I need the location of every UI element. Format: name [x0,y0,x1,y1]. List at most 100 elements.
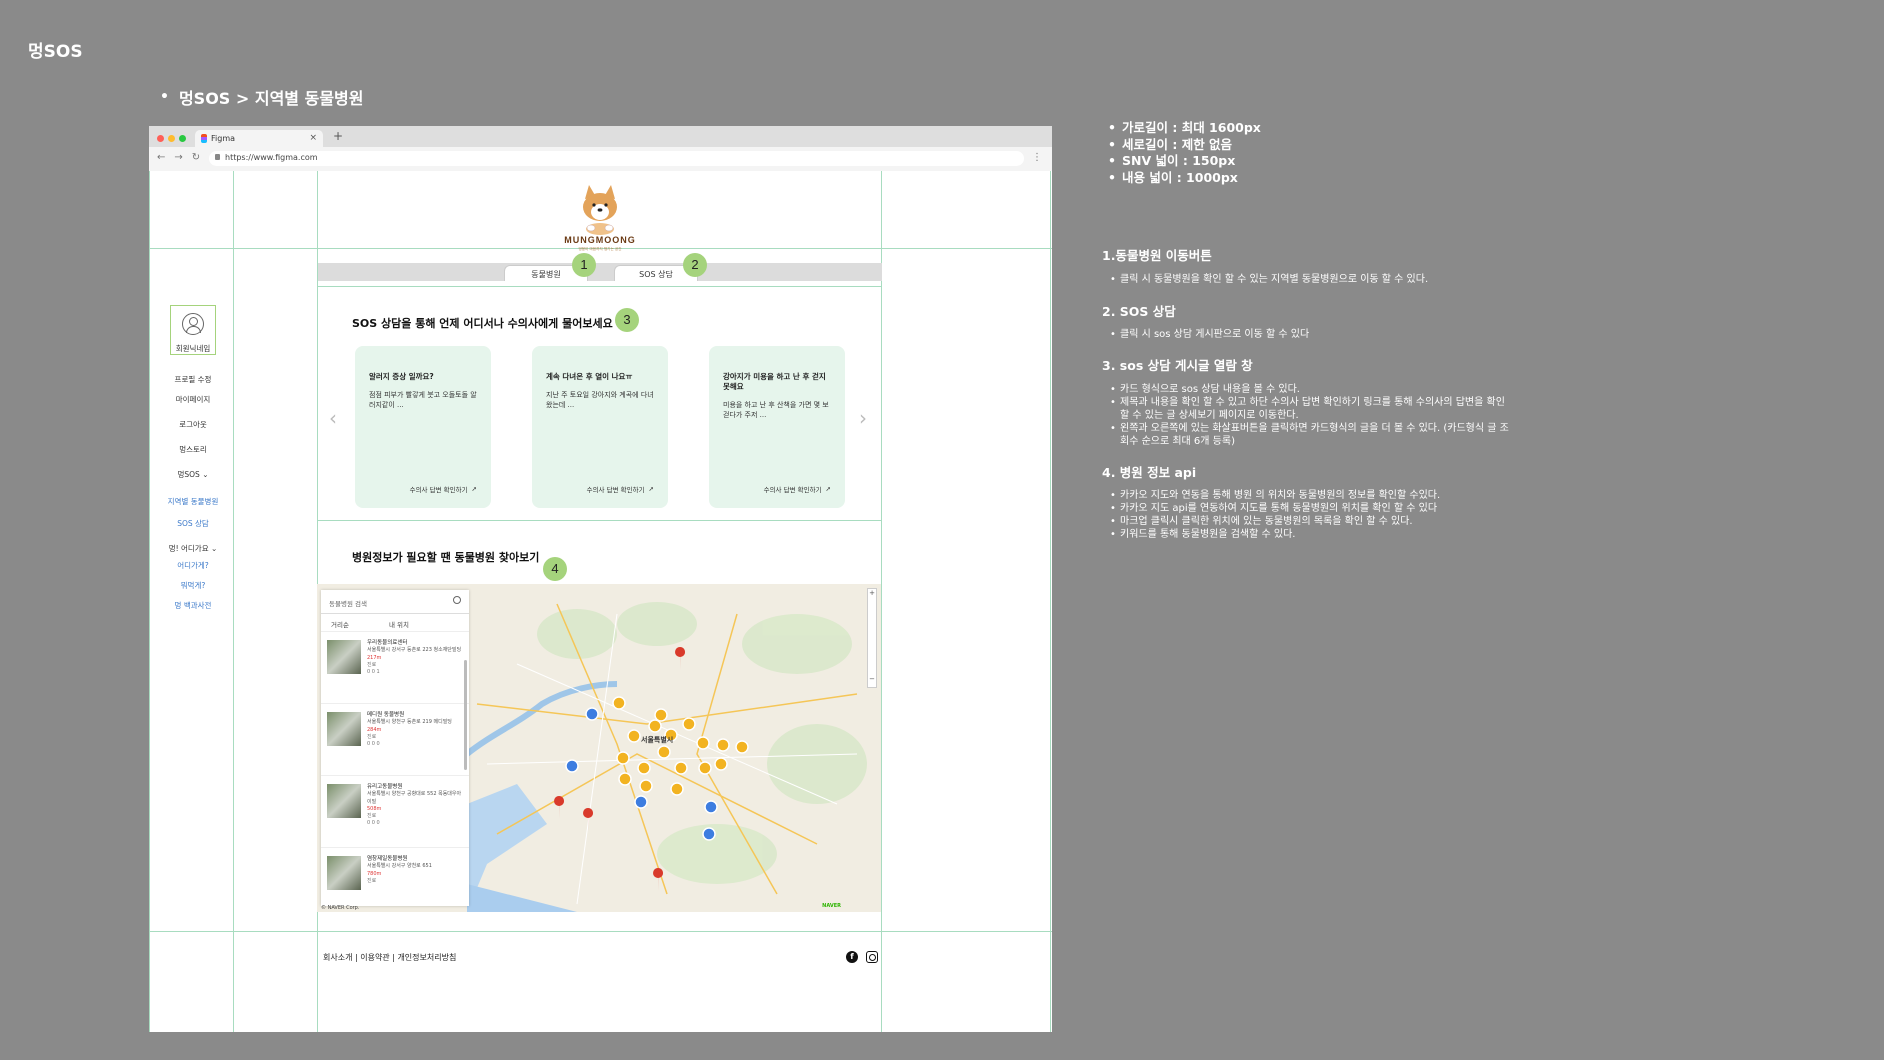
sidebar-item-where-go[interactable]: 멍! 어디가요 ⌄ [149,543,237,554]
hospital-address: 서울특별시 강서구 등촌로 223 청소재단빌딩 [367,647,462,654]
zoom-in-icon[interactable]: + [868,589,876,597]
hospital-thumbnail [327,856,361,890]
tab-title: Figma [211,134,236,143]
list-scrollbar[interactable] [464,660,467,770]
minimize-dot-icon[interactable] [168,135,175,142]
hospital-address: 서울특별시 강서구 양천로 651 [367,863,432,870]
hospital-meta: 0 0 0 [367,741,380,748]
note-item: 키워드를 통해 동물병원을 검색할 수 있다. [1110,528,1530,541]
cursor-icon: ➚ [471,485,477,493]
spec-list: 가로길이 : 최대 1600px 세로길이 : 제한 없음 SNV 넓이 : 1… [1108,120,1261,186]
bullet-icon: • [160,89,169,105]
note-list: 클릭 시 sos 상담 게시판으로 이동 할 수 있다 [1110,328,1309,341]
browser-window: Figma × + ← → ↻ https://www.figma.com ⋮ [149,126,1052,1032]
back-icon[interactable]: ← [157,152,165,163]
sos-card[interactable]: 강아지가 미용을 하고 난 후 걷지 못해요 미용을 하고 난 후 산책을 가면… [709,346,845,508]
note-list: 클릭 시 동물병원을 확인 할 수 있는 지역별 동물병원으로 이동 할 수 있… [1110,273,1428,286]
arrow-right-icon[interactable]: › [859,406,867,430]
arrow-left-icon[interactable]: ‹ [329,406,337,430]
browser-tab[interactable]: Figma × [195,130,323,147]
hospital-list-item[interactable]: 염창제일동물병원 서울특별시 강서구 양천로 651 780m 진료 [321,848,469,906]
new-tab-icon[interactable]: + [333,129,343,143]
sidebar-item-logout[interactable]: 로그아웃 [149,419,237,430]
note-heading: 1.동물병원 이동버튼 [1102,248,1212,263]
card-link[interactable]: 수의사 답변 확인하기 ➚ [587,484,654,494]
footer-links[interactable]: 회사소개 | 이용약관 | 개인정보처리방침 [323,952,456,963]
map-copyright: © NAVER Corp. [321,905,360,911]
cursor-icon: ➚ [648,485,654,493]
sidebar-item-sos-consult[interactable]: SOS 상담 [149,518,237,529]
hospital-list-panel: 동물병원 검색 거리순 내 위치 우리동물의료센터 서울특별시 강서구 등촌로 … [321,590,469,906]
note-list: 카카오 지도와 연동을 통해 병원 의 위치와 동물병원의 정보를 확인할 수있… [1110,489,1530,541]
card-title: 알러지 증상 일까요? [369,372,434,381]
sidebar-item-where[interactable]: 어디가게? [149,560,237,571]
map-city-label: 서울특별시 [641,735,673,744]
chevron-down-icon: ⌄ [210,544,218,553]
url-bar[interactable]: https://www.figma.com [209,151,1024,166]
guide-line [317,286,882,287]
main-nav: 동물병원 SOS 상담 [318,263,882,281]
annotation-marker-1: 1 [572,253,596,277]
hospital-list-item[interactable]: 메디원 동물병원 서울특별시 양천구 등촌로 219 메디빌딩 284m 진료 … [321,704,469,776]
hospital-thumbnail [327,784,361,818]
maximize-dot-icon[interactable] [179,135,186,142]
sidebar-item-sos-label: 멍SOS [177,470,200,479]
sort-select[interactable]: 거리순 [331,619,349,631]
naver-logo: NAVER [822,903,841,909]
hospital-address: 서울특별시 양천구 공항대로 552 목동대우아이빌 [367,791,462,805]
note-list: 카드 형식으로 sos 상담 내용을 볼 수 있다. 제목과 내용을 확인 할 … [1110,383,1510,448]
window-controls[interactable] [157,135,186,142]
hospital-list-item[interactable]: 우리동물의료센터 서울특별시 강서구 등촌로 223 청소재단빌딩 217m 진… [321,632,469,704]
facebook-icon[interactable]: f [846,951,858,963]
section-title-text: 멍SOS > 지역별 동물병원 [178,89,364,108]
card-link[interactable]: 수의사 답변 확인하기 ➚ [764,484,831,494]
sos-card[interactable]: 계속 다녀온 후 열이 나요ㅠ 지난 주 토요일 강아지와 계곡에 다녀왔는데 … [532,346,668,508]
chevron-down-icon: ⌄ [202,470,209,479]
logo-text: MUNGMOONG [564,235,636,245]
forward-icon[interactable]: → [174,152,182,163]
sidebar-item-mypage[interactable]: 마이페이지 [149,394,237,405]
browser-menu-icon[interactable]: ⋮ [1032,152,1042,163]
guide-line [149,931,1052,932]
location-select[interactable]: 내 위치 [389,619,409,631]
search-icon[interactable] [453,596,461,604]
close-dot-icon[interactable] [157,135,164,142]
sidebar-item-encyclopedia[interactable]: 멍 백과사전 [149,600,237,611]
guide-line [1050,171,1051,1032]
close-tab-icon[interactable]: × [309,133,317,143]
sos-card[interactable]: 알러지 증상 일까요? 점점 피부가 빨갛게 붓고 오돌토돌 알러지같이 ...… [355,346,491,508]
hospital-list-item[interactable]: 유리고동물병원 서울특별시 양천구 공항대로 552 목동대우아이빌 508m … [321,776,469,848]
logo-tagline: 멍뭉이 마음까지 챙기는 공간 [578,246,622,251]
note-item: 제목과 내용을 확인 할 수 있고 하단 수의사 답변 확인하기 링크를 통해 … [1110,396,1510,422]
reload-icon[interactable]: ↻ [192,152,200,163]
annotation-marker-3: 3 [615,308,639,332]
hospital-search-input[interactable]: 동물병원 검색 [321,590,469,614]
sidebar-item-where-go-label: 멍! 어디가요 [168,544,209,553]
url-text: https://www.figma.com [225,153,318,162]
card-title: 계속 다녀온 후 열이 나요ㅠ [546,372,633,381]
search-placeholder: 동물병원 검색 [329,600,367,608]
cursor-icon: ➚ [825,485,831,493]
hospital-map[interactable]: 서울특별시 동물병원 검색 거리순 내 위치 우리동물의료센터 서울특별시 강서… [317,584,881,912]
hospital-thumbnail [327,712,361,746]
card-link-label: 수의사 답변 확인하기 [763,486,822,494]
hospital-status: 진료 [367,661,377,668]
guide-line [881,171,882,1032]
hospital-distance: 217m [367,654,382,661]
site-logo[interactable]: MUNGMOONG 멍뭉이 마음까지 챙기는 공간 [555,181,645,251]
sidebar-item-story[interactable]: 멍스토리 [149,444,237,455]
profile-card[interactable]: 회원닉네임 [170,305,216,355]
corgi-logo-icon [583,185,617,235]
spec-item: 내용 넓이 : 1000px [1108,170,1261,187]
sidebar-item-eat[interactable]: 뭐먹게? [149,580,237,591]
sidebar-item-sos[interactable]: 멍SOS ⌄ [149,469,237,480]
card-link[interactable]: 수의사 답변 확인하기 ➚ [410,484,477,494]
map-zoom-control[interactable]: + − [867,588,877,688]
sidebar-item-edit-profile[interactable]: 프로필 수정 [149,374,237,385]
sidebar-item-regional-hospital[interactable]: 지역별 동물병원 [149,496,237,507]
instagram-icon[interactable] [866,951,878,963]
zoom-out-icon[interactable]: − [868,675,876,683]
hospital-status: 진료 [367,733,377,740]
lock-icon [215,154,220,160]
spec-item: SNV 넓이 : 150px [1108,153,1261,170]
